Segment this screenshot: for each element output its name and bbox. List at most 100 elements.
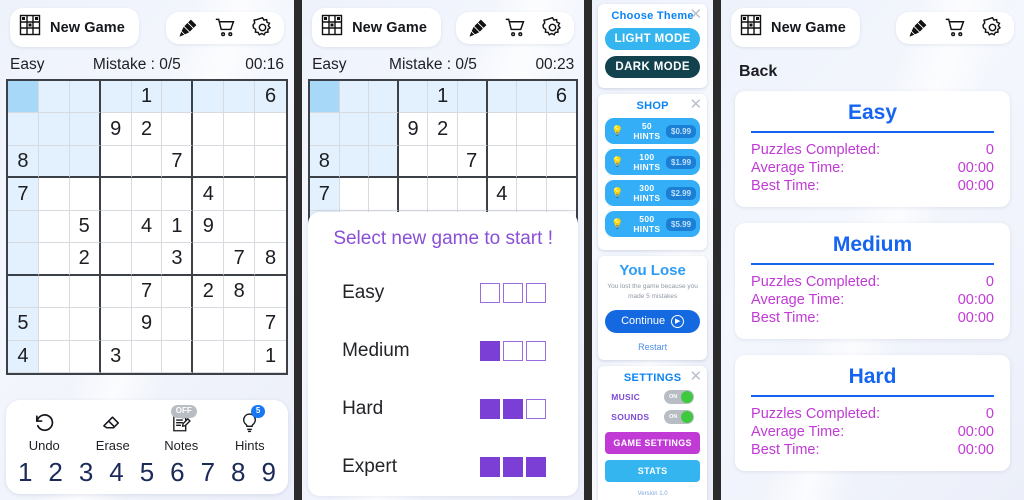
sudoku-cell[interactable]: 7 <box>8 178 39 211</box>
sudoku-cell[interactable] <box>69 178 101 211</box>
sudoku-cell[interactable] <box>546 113 577 146</box>
sudoku-cell[interactable]: 1 <box>255 340 287 373</box>
sudoku-cell[interactable]: 5 <box>69 210 101 244</box>
tool-hints[interactable]: 5 Hints <box>219 405 281 453</box>
sudoku-cell[interactable] <box>162 275 194 309</box>
sudoku-cell[interactable]: 5 <box>8 308 39 341</box>
stats-button[interactable]: STATS <box>605 459 701 482</box>
difficulty-option-expert[interactable]: Expert <box>308 438 578 496</box>
game-settings-button[interactable]: GAME SETTINGS <box>605 431 701 454</box>
sudoku-cell[interactable] <box>255 145 287 179</box>
sudoku-cell[interactable]: 8 <box>310 145 340 179</box>
sudoku-cell[interactable]: 4 <box>487 178 518 211</box>
sudoku-cell[interactable] <box>100 243 132 276</box>
sudoku-cell[interactable]: 1 <box>428 81 458 114</box>
numpad-key-6[interactable]: 6 <box>162 457 192 488</box>
sudoku-cell[interactable] <box>369 178 399 211</box>
sudoku-cell[interactable] <box>193 113 225 146</box>
sudoku-cell[interactable] <box>193 243 225 276</box>
sudoku-cell[interactable] <box>457 178 488 211</box>
sudoku-cell[interactable] <box>8 113 39 146</box>
sudoku-cell[interactable] <box>69 145 101 179</box>
sudoku-cell[interactable] <box>38 81 70 114</box>
numpad-key-3[interactable]: 3 <box>71 457 101 488</box>
shop-item[interactable]: 💡 500 HINTS $5.99 <box>605 211 701 237</box>
sudoku-cell[interactable] <box>339 113 370 146</box>
sudoku-cell[interactable]: 6 <box>255 81 287 114</box>
sudoku-cell[interactable] <box>38 113 70 146</box>
sudoku-cell[interactable] <box>224 145 256 179</box>
sudoku-cell[interactable] <box>38 178 70 211</box>
tool-undo[interactable]: Undo <box>13 407 75 453</box>
sudoku-cell[interactable] <box>255 113 287 146</box>
numpad-key-7[interactable]: 7 <box>193 457 223 488</box>
close-icon[interactable]: ✕ <box>689 97 702 112</box>
sudoku-cell[interactable] <box>100 145 132 179</box>
sudoku-cell-selected[interactable] <box>8 81 39 114</box>
sudoku-cell[interactable] <box>100 275 132 309</box>
gear-icon[interactable] <box>540 16 564 40</box>
sudoku-cell[interactable] <box>162 113 194 146</box>
sudoku-cell[interactable] <box>457 81 488 114</box>
sudoku-cell[interactable] <box>100 81 132 114</box>
setting-toggle[interactable]: ON <box>664 409 695 424</box>
cart-icon[interactable] <box>213 16 237 40</box>
sudoku-cell[interactable] <box>224 308 256 341</box>
numpad-key-8[interactable]: 8 <box>223 457 253 488</box>
sudoku-cell[interactable] <box>193 81 225 114</box>
sudoku-cell[interactable] <box>100 178 132 211</box>
sudoku-cell[interactable]: 3 <box>100 340 132 373</box>
sudoku-cell[interactable]: 4 <box>193 178 225 211</box>
sudoku-cell[interactable] <box>224 340 256 373</box>
new-game-button[interactable]: New Game <box>10 8 139 47</box>
sudoku-cell[interactable] <box>131 243 163 276</box>
sudoku-cell[interactable] <box>69 340 101 373</box>
difficulty-option-medium[interactable]: Medium <box>308 322 578 380</box>
numpad-key-1[interactable]: 1 <box>10 457 40 488</box>
sudoku-cell[interactable] <box>69 275 101 309</box>
sudoku-cell[interactable] <box>398 145 429 179</box>
sudoku-cell[interactable] <box>131 178 163 211</box>
sudoku-cell[interactable] <box>38 243 70 276</box>
sudoku-cell[interactable] <box>38 210 70 244</box>
sudoku-cell[interactable] <box>517 178 547 211</box>
number-pad[interactable]: 123456789 <box>10 457 284 488</box>
sudoku-cell[interactable] <box>398 81 429 114</box>
new-game-button[interactable]: New Game <box>312 8 442 47</box>
gear-icon[interactable] <box>980 16 1004 40</box>
tool-notes[interactable]: OFF Notes <box>150 405 212 453</box>
sudoku-cell[interactable]: 4 <box>8 340 39 373</box>
sudoku-cell[interactable] <box>224 81 256 114</box>
sudoku-cell[interactable] <box>162 308 194 341</box>
sudoku-cell[interactable] <box>100 210 132 244</box>
sudoku-cell[interactable] <box>8 243 39 276</box>
sudoku-cell[interactable] <box>369 113 399 146</box>
dark-mode-button[interactable]: DARK MODE <box>605 56 701 78</box>
sudoku-cell[interactable] <box>100 308 132 341</box>
light-mode-button[interactable]: LIGHT MODE <box>605 28 701 50</box>
sudoku-cell[interactable]: 7 <box>224 243 256 276</box>
sudoku-cell[interactable] <box>398 178 429 211</box>
sudoku-cell[interactable]: 4 <box>131 210 163 244</box>
shop-item[interactable]: 💡 50 HINTS $0.99 <box>605 118 701 144</box>
sudoku-cell[interactable]: 2 <box>428 113 458 146</box>
sudoku-cell[interactable] <box>255 178 287 211</box>
sudoku-cell[interactable] <box>517 81 547 114</box>
sudoku-cell[interactable]: 9 <box>193 210 225 244</box>
sudoku-cell[interactable] <box>69 81 101 114</box>
sudoku-cell[interactable] <box>224 210 256 244</box>
sudoku-cell[interactable] <box>131 145 163 179</box>
sudoku-cell[interactable] <box>38 275 70 309</box>
sudoku-cell[interactable] <box>224 113 256 146</box>
sudoku-cell[interactable] <box>255 210 287 244</box>
new-game-button[interactable]: New Game <box>731 8 860 47</box>
sudoku-cell[interactable] <box>339 145 370 179</box>
sudoku-cell[interactable] <box>38 145 70 179</box>
sudoku-cell[interactable] <box>162 81 194 114</box>
sudoku-cell[interactable] <box>487 81 518 114</box>
sudoku-cell[interactable] <box>224 178 256 211</box>
brush-icon[interactable] <box>906 16 930 40</box>
difficulty-option-easy[interactable]: Easy <box>308 264 578 322</box>
sudoku-cell[interactable]: 6 <box>546 81 577 114</box>
sudoku-cell[interactable] <box>457 113 488 146</box>
